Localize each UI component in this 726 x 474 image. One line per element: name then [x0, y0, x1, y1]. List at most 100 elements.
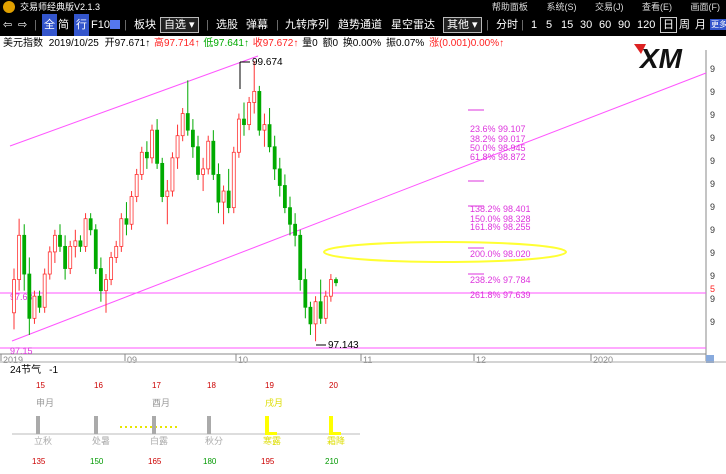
candle	[282, 174, 287, 214]
qita-select[interactable]: 其他 ▾	[443, 17, 482, 33]
candle	[139, 146, 144, 180]
menu-trade[interactable]: 交易(J)	[595, 2, 624, 12]
candle-body	[58, 234, 62, 247]
candle-body	[262, 124, 267, 131]
month-button[interactable]: 月	[695, 14, 706, 36]
candle	[328, 274, 333, 302]
solar-term-bar	[152, 416, 156, 434]
xing-button[interactable]: 行	[74, 14, 89, 36]
candle	[27, 257, 32, 335]
kline-chart[interactable]: 美元指数 2019/10/25 开97.671↑ 高97.714↑ 低97.64…	[0, 36, 726, 471]
period-90-button[interactable]: 90	[618, 14, 630, 36]
y-label: 9	[710, 202, 715, 212]
candle-body	[68, 245, 73, 269]
qushi-button[interactable]: 趋势通道	[338, 14, 382, 36]
candle-body	[175, 135, 180, 159]
candle-body	[83, 218, 88, 247]
candle-body	[17, 234, 22, 280]
candle	[262, 113, 267, 147]
annot-low: 97.143	[328, 340, 359, 351]
candle	[124, 202, 129, 236]
jian-button[interactable]: 简	[58, 14, 69, 36]
period-1-button[interactable]: 1	[531, 14, 537, 36]
candle-body	[170, 157, 175, 192]
period-120-button[interactable]: 120	[637, 14, 655, 36]
candle-body	[267, 124, 272, 148]
candle	[293, 213, 298, 247]
app-title: 交易师经典版V2.1.3	[20, 2, 101, 12]
candle	[221, 185, 226, 225]
solar-term-label: 霜降	[327, 435, 345, 446]
app-logo-icon	[3, 1, 15, 13]
candle-body	[88, 218, 93, 231]
candle-body	[190, 129, 195, 148]
menu-screen[interactable]: 画面(F)	[691, 2, 721, 12]
fib-level-label: 261.8% 97.639	[470, 290, 531, 300]
candle-body	[32, 295, 37, 319]
y-label: 9	[710, 156, 715, 166]
fenshi-button[interactable]: 分时	[496, 14, 518, 36]
bankuai-button[interactable]: 板块	[134, 14, 156, 36]
xingkong-button[interactable]: 星空雷达	[391, 14, 435, 36]
candle	[313, 296, 318, 342]
solar-term-bar	[265, 416, 269, 434]
candle	[78, 235, 83, 252]
jiuzhuan-button[interactable]: 九转序列	[285, 14, 329, 36]
period-15-button[interactable]: 15	[561, 14, 573, 36]
candle-body	[124, 218, 129, 225]
candle	[303, 268, 308, 319]
candle	[32, 290, 37, 324]
candle-body	[247, 102, 252, 126]
solar-term-label: 立秋	[34, 435, 52, 446]
candle-body	[27, 273, 32, 319]
candle-body	[185, 113, 190, 131]
back-arrow-icon[interactable]: ⇦	[3, 14, 12, 36]
candle	[231, 146, 236, 214]
solar-term-bar	[36, 416, 40, 434]
tanmu-button[interactable]: 弹幕	[246, 14, 268, 36]
candle-body	[98, 268, 103, 292]
toolbar: ⇦ ⇨ | 全 简 行 F10 | 板块 自选 ▾ | 选股 弹幕 | 九转序列…	[0, 14, 726, 36]
candle-body	[334, 279, 338, 284]
solar-term-label: 秋分	[205, 435, 223, 446]
candle	[73, 229, 78, 258]
solar-bottom-number: 180	[203, 457, 217, 466]
candle-body	[318, 301, 323, 319]
candle	[47, 246, 52, 280]
f10-button[interactable]: F10	[91, 14, 110, 36]
left-label-bottom: 97.15	[10, 346, 33, 356]
day-button[interactable]: 日	[660, 17, 677, 33]
candle	[334, 277, 338, 287]
candle	[68, 240, 73, 275]
week-button[interactable]: 周	[679, 14, 690, 36]
xuangu-button[interactable]: 选股	[216, 14, 238, 36]
candle-body	[155, 129, 160, 164]
candle-body	[206, 140, 211, 170]
candle-body	[109, 257, 114, 280]
candle-body	[226, 190, 231, 209]
zixuan-select[interactable]: 自选 ▾	[160, 17, 199, 33]
quan-button[interactable]: 全	[42, 14, 57, 36]
y-label: 9	[710, 248, 715, 258]
period-60-button[interactable]: 60	[599, 14, 611, 36]
period-5-button[interactable]: 5	[546, 14, 552, 36]
candle-body	[216, 174, 221, 203]
menu-help-panel[interactable]: 帮助面板	[492, 2, 528, 12]
menu-view[interactable]: 查看(E)	[642, 2, 672, 12]
y-label: 9	[710, 317, 715, 327]
candle	[247, 96, 252, 131]
candle	[226, 168, 231, 214]
forward-arrow-icon[interactable]: ⇨	[18, 14, 27, 36]
right-marker: 5	[710, 284, 715, 294]
y-label: 9	[710, 110, 715, 120]
period-30-button[interactable]: 30	[580, 14, 592, 36]
xm-logo: XM	[634, 43, 683, 74]
more-button[interactable]: 更多	[710, 19, 726, 30]
candle-body	[160, 162, 165, 197]
menu-system[interactable]: 系统(S)	[546, 2, 576, 12]
candle	[323, 290, 328, 324]
candle	[93, 224, 98, 275]
candle	[63, 235, 68, 280]
window-icon[interactable]	[110, 20, 120, 29]
solar-term-bar	[94, 416, 98, 434]
